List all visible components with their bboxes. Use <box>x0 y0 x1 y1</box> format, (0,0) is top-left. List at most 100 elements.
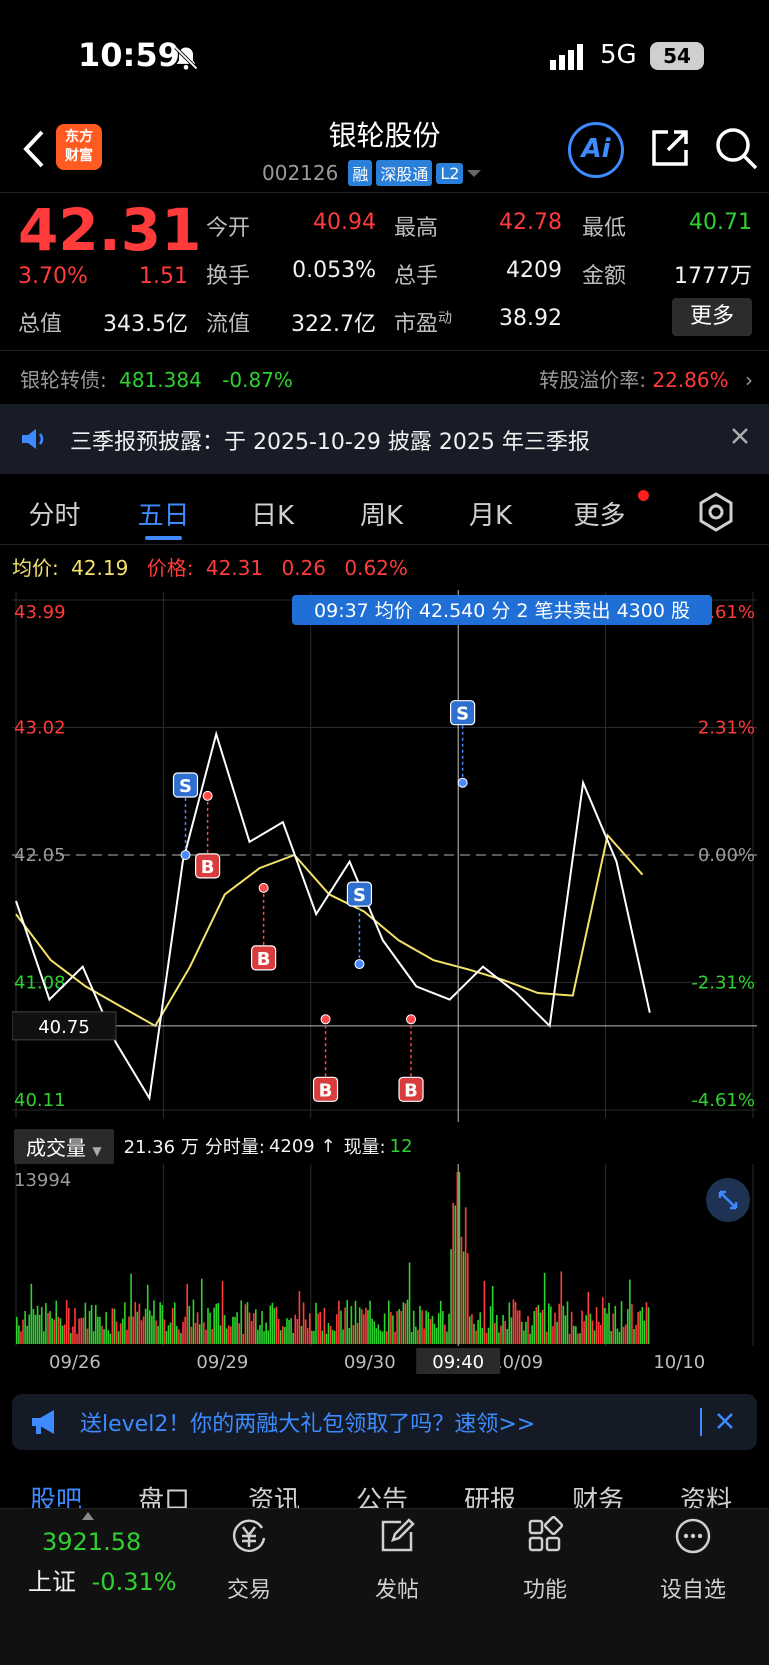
volume-chart[interactable]: 13994 <box>12 1164 757 1346</box>
index-value[interactable]: 3921.58 <box>42 1528 141 1556</box>
volume-bar <box>444 1324 446 1344</box>
tab-intraday[interactable]: 分时 <box>0 488 109 544</box>
volume-bar <box>159 1302 161 1344</box>
volume-bar <box>552 1326 554 1344</box>
volume-bar <box>427 1312 430 1344</box>
tab-daily-k[interactable]: 日K <box>218 488 327 544</box>
subtab-news[interactable]: 资讯 <box>248 1480 300 1508</box>
volume-bar <box>126 1329 128 1344</box>
subtab-research[interactable]: 研报 <box>464 1480 516 1508</box>
volume-bar <box>250 1321 253 1344</box>
ai-assistant-button[interactable]: Ai <box>568 122 624 178</box>
float-label: 流值 <box>206 312 251 337</box>
price-chart[interactable]: 43.99 4.61%43.02 2.31%42.05 0.00%41.08 -2.31… <box>12 590 757 1122</box>
cb-premium-row[interactable]: 转股溢价率: 22.86% › <box>539 364 753 393</box>
volume-bar <box>637 1311 639 1344</box>
more-button[interactable]: 更多 <box>672 298 752 336</box>
volume-bar <box>61 1325 64 1344</box>
volume-bar <box>564 1315 567 1344</box>
volume-bar <box>466 1253 469 1344</box>
expand-icon[interactable] <box>706 1178 750 1222</box>
subtab-announcements[interactable]: 公告 <box>356 1480 408 1508</box>
stock-code-row[interactable]: 002126 融 深股通 L2 <box>262 158 482 188</box>
volume-bar <box>284 1326 286 1344</box>
cb-premium-label: 转股溢价率: <box>539 368 647 392</box>
volume-bar <box>412 1310 415 1344</box>
float-value: 322.7亿 <box>291 312 376 337</box>
crosshair-price-label: 40.75 <box>38 1017 90 1038</box>
volume-bar <box>257 1329 259 1344</box>
volume-bar <box>34 1314 37 1344</box>
volume-bar <box>196 1312 199 1344</box>
search-icon[interactable] <box>712 124 760 172</box>
volume-bar <box>286 1318 288 1344</box>
volume-bar <box>367 1309 369 1344</box>
volume-bar <box>508 1302 511 1344</box>
close-icon[interactable] <box>714 1410 736 1432</box>
volume-bar <box>531 1325 533 1344</box>
volume-bar <box>227 1325 230 1344</box>
volume-bar <box>180 1332 182 1344</box>
nav-add-watchlist[interactable]: 设自选 <box>638 1516 748 1604</box>
tab-five-day[interactable]: 五日 <box>109 488 218 544</box>
volume-bar <box>604 1308 606 1344</box>
subtab-finance[interactable]: 财务 <box>572 1480 624 1508</box>
high-value: 42.78 <box>499 210 562 235</box>
volume-bar <box>261 1311 263 1344</box>
volume-bar <box>358 1307 361 1344</box>
volume-bar <box>502 1314 504 1344</box>
change-percent: 3.70% <box>18 264 88 289</box>
marker-dot <box>180 850 191 860</box>
volume-bar <box>533 1311 536 1344</box>
legend-price: 42.31 <box>205 556 264 580</box>
volume-bar <box>119 1323 122 1344</box>
volume-bar <box>375 1328 378 1344</box>
volume-bar <box>360 1309 363 1344</box>
volume-bar <box>182 1321 184 1344</box>
promo-divider <box>700 1408 702 1436</box>
marker-dot <box>406 1014 417 1025</box>
index-name-row[interactable]: 上证 -0.31% <box>28 1562 177 1597</box>
subtab-forum[interactable]: 股吧 <box>30 1480 82 1508</box>
share-icon[interactable] <box>648 126 692 170</box>
volume-bar <box>641 1306 644 1344</box>
volume-bar <box>134 1301 137 1344</box>
volume-bar <box>398 1309 400 1344</box>
volume-bar <box>109 1333 112 1344</box>
nav-post[interactable]: 发帖 <box>342 1516 452 1604</box>
chart-tabs: 分时 五日 日K 周K 月K 更多 <box>0 488 769 544</box>
volume-bar <box>138 1303 141 1344</box>
volume-bar <box>190 1326 193 1344</box>
nav-functions[interactable]: 功能 <box>490 1515 600 1604</box>
volume-bar <box>223 1315 226 1344</box>
caret-up-icon[interactable] <box>82 1512 94 1520</box>
subtab-orderbook[interactable]: 盘口 <box>138 1480 190 1508</box>
tab-monthly-k[interactable]: 月K <box>436 488 545 544</box>
convertible-bond-row[interactable]: 银轮转债: 481.384 -0.87% <box>20 364 293 393</box>
indicator-select[interactable]: 成交量 ▼ <box>14 1128 114 1164</box>
volume-bar <box>315 1302 317 1344</box>
nav-trade[interactable]: 交易 <box>194 1516 304 1604</box>
volume-bar <box>296 1318 299 1344</box>
volume-bar <box>57 1316 60 1344</box>
close-icon[interactable] <box>728 424 752 448</box>
volume-bar <box>173 1302 176 1344</box>
volume-bar <box>317 1313 319 1344</box>
volume-bar <box>90 1304 93 1344</box>
tab-weekly-k[interactable]: 周K <box>327 488 436 544</box>
gear-icon[interactable] <box>694 490 738 534</box>
low-label: 最低 <box>582 216 627 241</box>
volume-bar <box>142 1316 145 1344</box>
volume-bar <box>518 1310 521 1344</box>
subtab-profile[interactable]: 资料 <box>680 1480 732 1508</box>
volume-bar <box>288 1320 290 1344</box>
indicator-select-label: 成交量 <box>26 1135 86 1160</box>
volume-bar <box>446 1331 448 1344</box>
promo-text: 送level2！你的两融大礼包领取了吗？速领>> <box>80 1412 536 1437</box>
volume-bar <box>593 1330 596 1344</box>
volume-bar <box>32 1308 35 1344</box>
volume-bar <box>292 1332 294 1344</box>
volume-bar <box>371 1318 373 1344</box>
volume-bar <box>59 1318 62 1344</box>
volume-bar <box>167 1325 170 1344</box>
